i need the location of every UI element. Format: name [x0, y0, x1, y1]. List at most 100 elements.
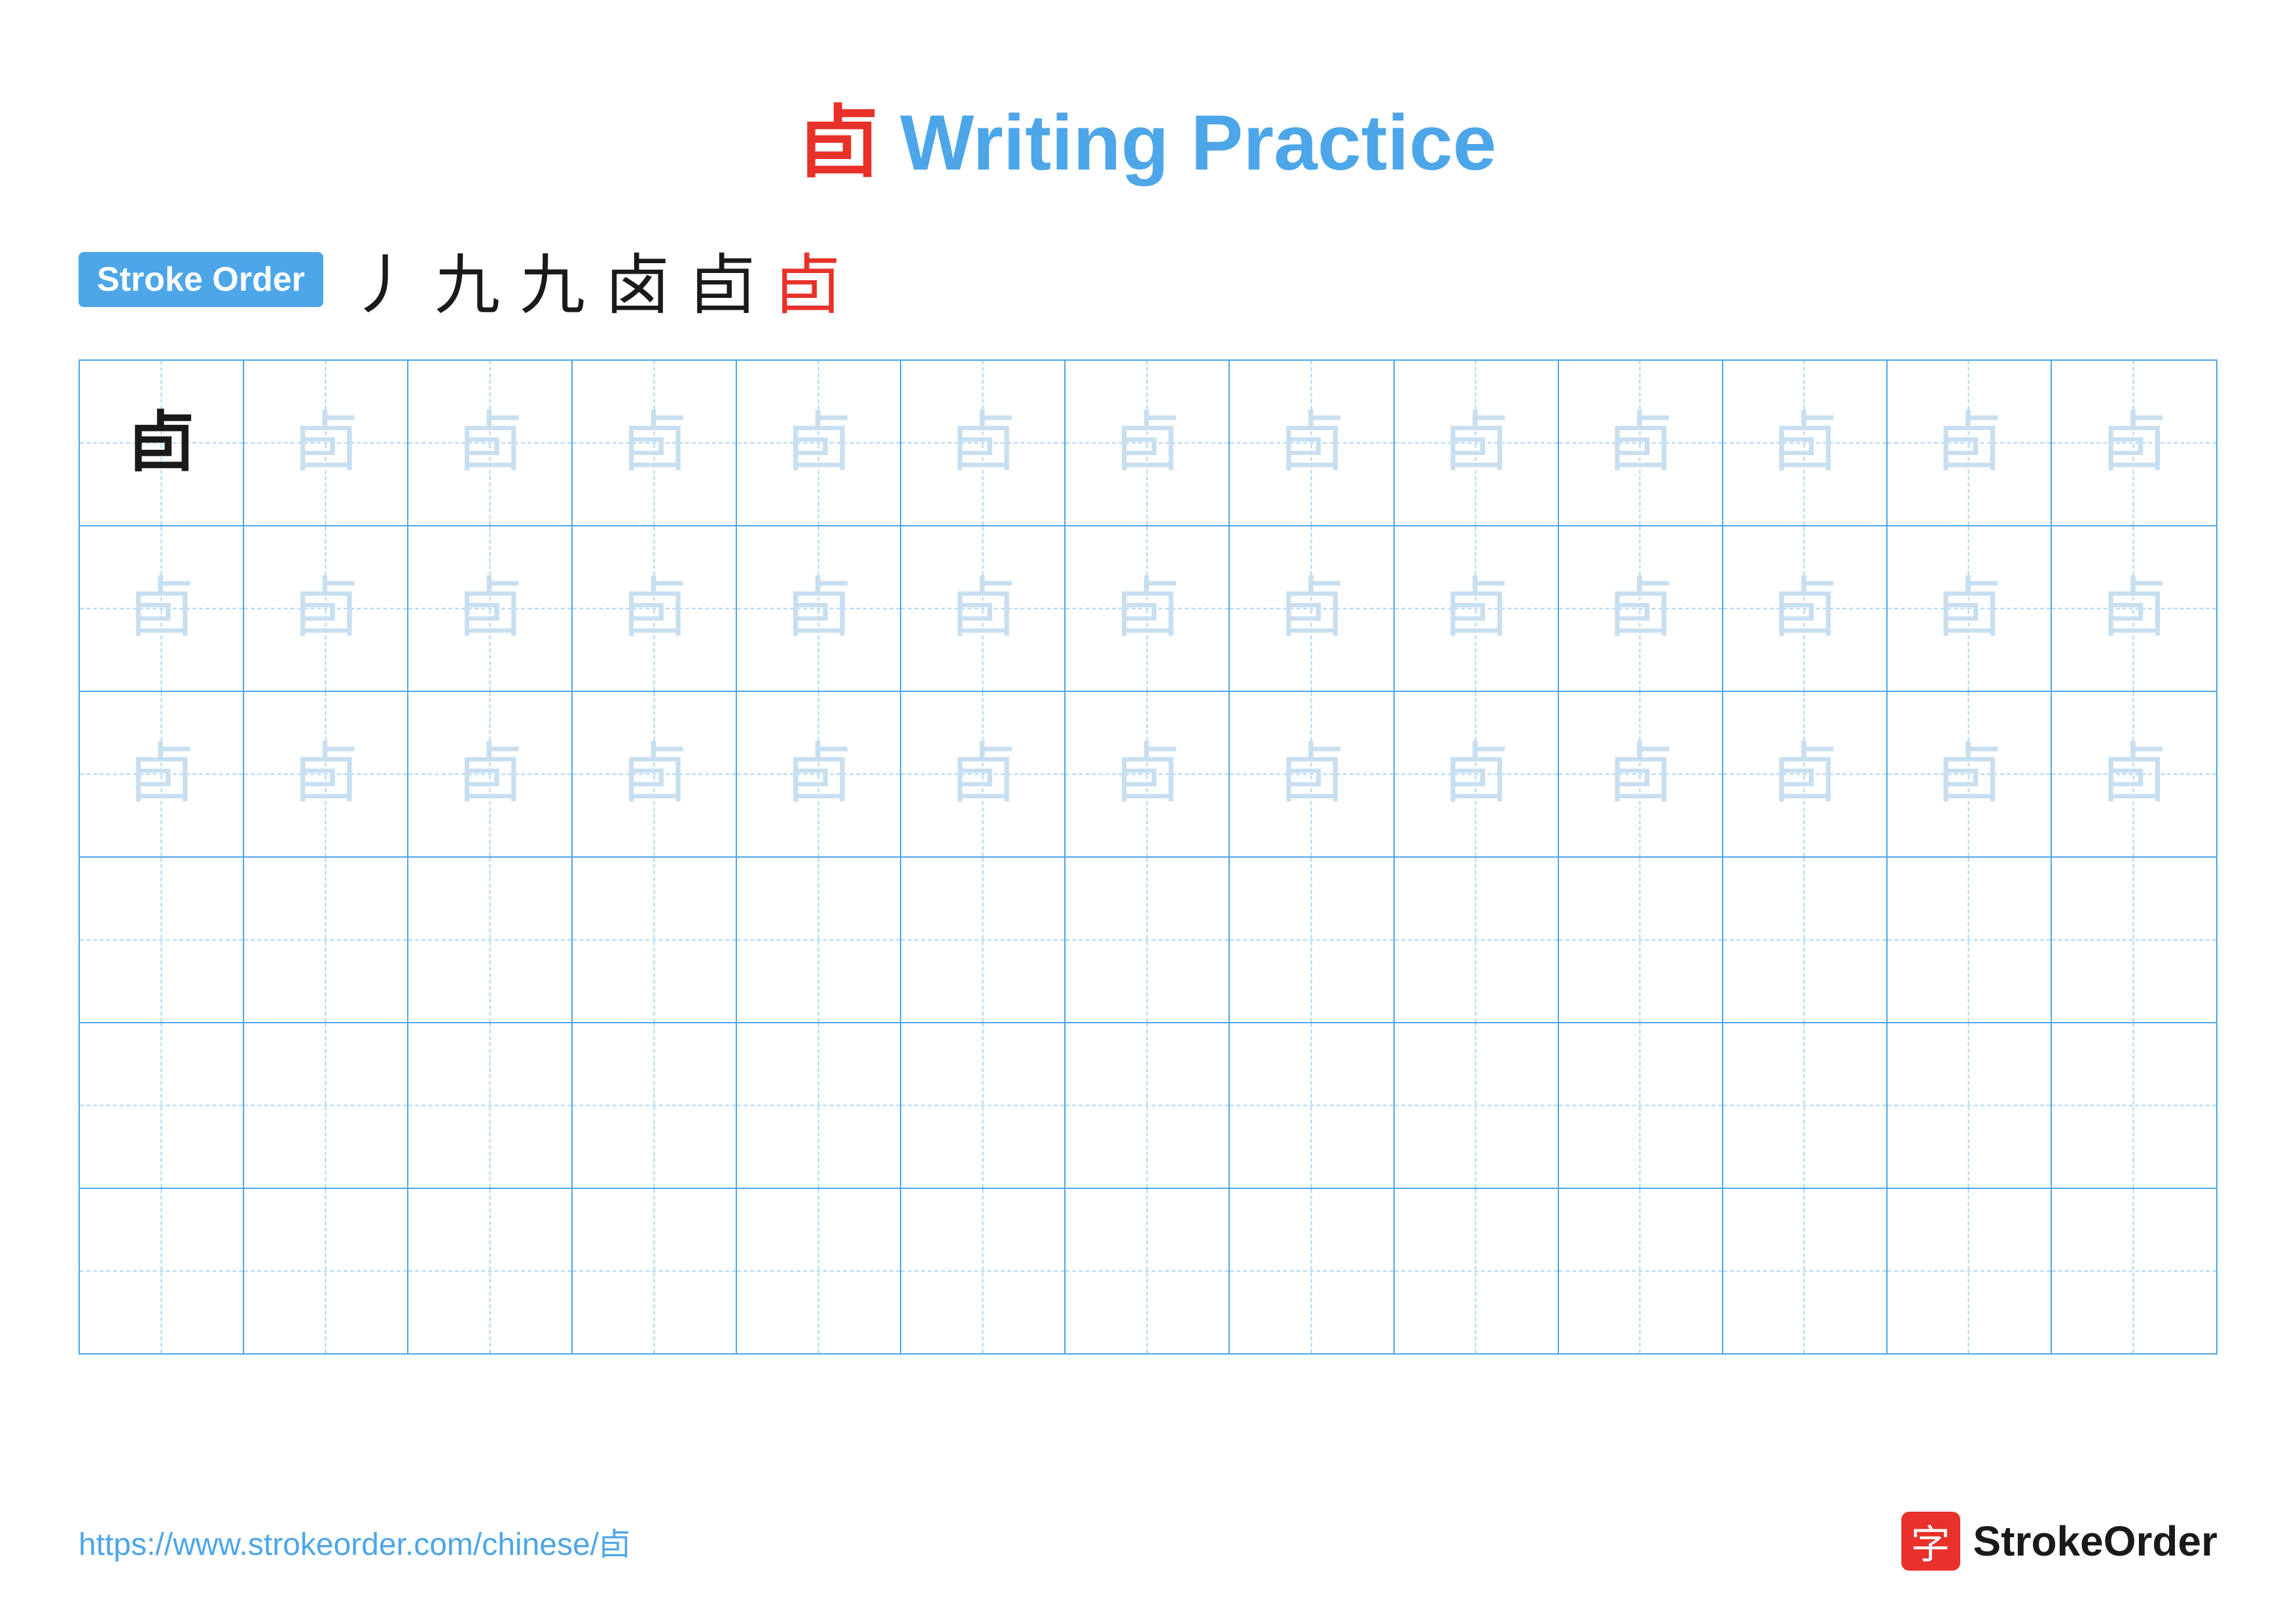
grid-cell[interactable] — [244, 1189, 408, 1353]
grid-cell[interactable]: 卣 — [901, 692, 1066, 856]
grid-cell[interactable]: 卣 — [244, 361, 408, 525]
grid-cell[interactable] — [1888, 1023, 2052, 1188]
grid-cell[interactable]: 卣 — [573, 692, 737, 856]
grid-cell[interactable] — [1395, 1023, 1559, 1188]
grid-cell[interactable]: 卣 — [408, 526, 573, 691]
grid-cell[interactable] — [2052, 1189, 2216, 1353]
grid-cell[interactable]: 卣 — [1888, 361, 2052, 525]
grid-cell[interactable] — [1066, 1023, 1230, 1188]
grid-cell[interactable]: 卣 — [1230, 526, 1394, 691]
grid-cell[interactable] — [1559, 1189, 1723, 1353]
practice-grid[interactable]: 卣 卣 卣 卣 卣 卣 卣 卣 卣 卣 卣 卣 卣 卣 卣 卣 卣 卣 卣 卣 … — [79, 359, 2217, 1355]
grid-cell[interactable] — [1723, 1023, 1888, 1188]
grid-cell[interactable] — [1066, 858, 1230, 1022]
grid-cell[interactable] — [244, 1023, 408, 1188]
footer: https://www.strokeorder.com/chinese/卣 字 … — [79, 1512, 2217, 1571]
practice-char: 卣 — [1936, 576, 2001, 642]
grid-cell[interactable]: 卣 — [1395, 361, 1559, 525]
footer-url[interactable]: https://www.strokeorder.com/chinese/卣 — [79, 1518, 630, 1564]
grid-cell[interactable]: 卣 — [1066, 526, 1230, 691]
grid-cell[interactable] — [901, 1189, 1066, 1353]
practice-char: 卣 — [1607, 410, 1673, 476]
grid-cell[interactable] — [901, 858, 1066, 1022]
grid-cell[interactable] — [1559, 1023, 1723, 1188]
grid-cell[interactable]: 卣 — [1559, 361, 1723, 525]
grid-cell[interactable] — [408, 1189, 573, 1353]
grid-cell[interactable] — [573, 858, 737, 1022]
grid-cell[interactable]: 卣 — [2052, 692, 2216, 856]
grid-cell[interactable] — [80, 1023, 244, 1188]
grid-cell[interactable]: 卣 — [408, 361, 573, 525]
grid-row-5 — [80, 1023, 2216, 1189]
grid-cell[interactable]: 卣 — [2052, 526, 2216, 691]
grid-cell[interactable]: 卣 — [901, 361, 1066, 525]
grid-cell[interactable]: 卣 — [80, 526, 244, 691]
grid-cell[interactable] — [1395, 1189, 1559, 1353]
grid-cell[interactable]: 卣 — [1395, 692, 1559, 856]
grid-cell[interactable]: 卣 — [737, 361, 901, 525]
stroke-1: 丿 — [350, 232, 415, 327]
grid-cell[interactable] — [2052, 858, 2216, 1022]
grid-cell[interactable]: 卣 — [1723, 692, 1888, 856]
grid-cell[interactable]: 卣 — [737, 526, 901, 691]
practice-char: 卣 — [786, 742, 852, 807]
practice-char: 卣 — [1936, 410, 2001, 476]
practice-char: 卣 — [1607, 576, 1673, 642]
grid-cell[interactable]: 卣 — [1559, 526, 1723, 691]
grid-cell[interactable]: 卣 — [1559, 692, 1723, 856]
grid-cell[interactable] — [1230, 1189, 1394, 1353]
grid-cell[interactable] — [1066, 1189, 1230, 1353]
grid-cell[interactable] — [1230, 1023, 1394, 1188]
grid-cell[interactable] — [244, 858, 408, 1022]
grid-cell[interactable] — [573, 1023, 737, 1188]
grid-cell[interactable] — [1230, 858, 1394, 1022]
grid-cell[interactable]: 卣 — [573, 361, 737, 525]
grid-cell[interactable]: 卣 — [573, 526, 737, 691]
grid-cell[interactable]: 卣 — [408, 692, 573, 856]
grid-cell[interactable] — [1723, 1189, 1888, 1353]
practice-char: 卣 — [293, 410, 359, 476]
grid-cell[interactable] — [737, 1023, 901, 1188]
practice-char: 卣 — [293, 576, 359, 642]
practice-char: 卣 — [2101, 576, 2166, 642]
practice-char: 卣 — [1115, 742, 1180, 807]
grid-cell[interactable]: 卣 — [1230, 692, 1394, 856]
grid-cell[interactable]: 卣 — [1888, 692, 2052, 856]
grid-cell[interactable] — [901, 1023, 1066, 1188]
grid-cell[interactable]: 卣 — [1066, 361, 1230, 525]
practice-char: 卣 — [950, 742, 1016, 807]
grid-cell[interactable] — [1395, 858, 1559, 1022]
practice-char: 卣 — [622, 576, 687, 642]
grid-cell[interactable] — [1888, 858, 2052, 1022]
grid-cell[interactable] — [573, 1189, 737, 1353]
grid-cell[interactable] — [1559, 858, 1723, 1022]
grid-cell[interactable]: 卣 — [244, 692, 408, 856]
practice-char: 卣 — [950, 576, 1016, 642]
grid-cell[interactable]: 卣 — [1723, 361, 1888, 525]
grid-cell[interactable] — [737, 858, 901, 1022]
grid-cell[interactable]: 卣 — [80, 361, 244, 525]
grid-cell[interactable] — [80, 858, 244, 1022]
grid-cell[interactable]: 卣 — [244, 526, 408, 691]
grid-cell[interactable]: 卣 — [737, 692, 901, 856]
title-section: 卣 Writing Practice — [79, 79, 2217, 192]
grid-cell[interactable]: 卣 — [1066, 692, 1230, 856]
practice-char: 卣 — [2101, 410, 2166, 476]
grid-cell[interactable]: 卣 — [1723, 526, 1888, 691]
grid-cell[interactable] — [408, 858, 573, 1022]
grid-cell[interactable]: 卣 — [1230, 361, 1394, 525]
grid-cell[interactable] — [80, 1189, 244, 1353]
grid-cell[interactable] — [2052, 1023, 2216, 1188]
page-title: 卣 Writing Practice — [800, 99, 1497, 187]
grid-cell[interactable] — [1723, 858, 1888, 1022]
grid-cell[interactable]: 卣 — [901, 526, 1066, 691]
grid-cell[interactable] — [737, 1189, 901, 1353]
grid-cell[interactable]: 卣 — [1888, 526, 2052, 691]
grid-cell[interactable] — [408, 1023, 573, 1188]
grid-cell[interactable]: 卣 — [2052, 361, 2216, 525]
practice-char: 卣 — [129, 576, 194, 642]
grid-cell[interactable]: 卣 — [1395, 526, 1559, 691]
grid-cell[interactable] — [1888, 1189, 2052, 1353]
grid-row-2: 卣 卣 卣 卣 卣 卣 卣 卣 卣 卣 卣 卣 卣 — [80, 526, 2216, 692]
grid-cell[interactable]: 卣 — [80, 692, 244, 856]
